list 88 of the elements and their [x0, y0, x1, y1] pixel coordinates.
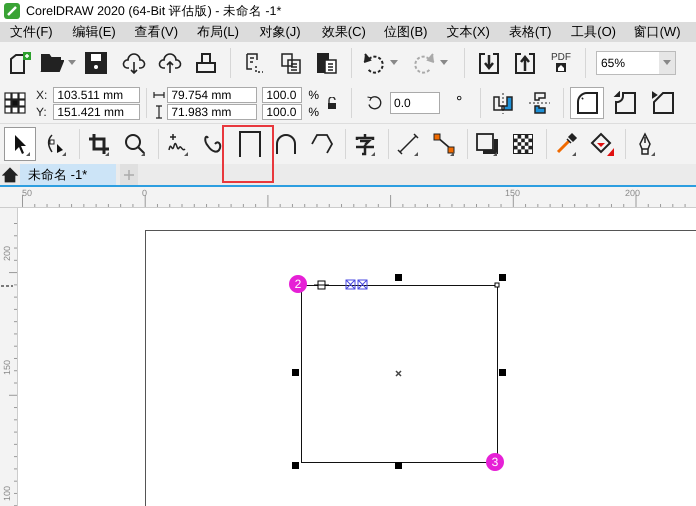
- step-number-badge: 2: [289, 275, 307, 293]
- diagonal-line-icon: [396, 132, 420, 156]
- scale-y-field[interactable]: 100.0: [262, 104, 302, 120]
- printer-icon: [194, 50, 218, 74]
- corner-edit-icon[interactable]: [314, 280, 330, 290]
- zoom-level-dropdown[interactable]: 65%: [596, 50, 676, 74]
- redo-icon: [412, 50, 436, 74]
- up-arrow-box-icon: [513, 50, 537, 74]
- height-field[interactable]: 71.983 mm: [167, 104, 258, 120]
- menu-item[interactable]: 位图(B): [384, 23, 447, 41]
- shadow-square-icon: [475, 132, 499, 156]
- chamfered-corner-icon: [651, 91, 676, 115]
- ruler-label: 200: [625, 188, 640, 198]
- scale-x-field[interactable]: 100.0: [262, 86, 302, 102]
- center-mark-icon: [395, 370, 402, 377]
- menu-item[interactable]: 编辑(E): [72, 23, 135, 41]
- polygon-icon: [310, 132, 334, 156]
- clipboard-icon: [315, 50, 339, 74]
- caret-icon[interactable]: [663, 60, 671, 65]
- arc-icon: [274, 132, 298, 156]
- selection-handle[interactable]: [499, 274, 506, 281]
- window-title: CorelDRAW 2020 (64-Bit 评估版) - 未命名 -1*: [26, 2, 282, 20]
- connector-line-icon: [432, 132, 456, 156]
- ruler-label: 200: [2, 246, 12, 262]
- menu-item[interactable]: 表格(T): [508, 23, 572, 41]
- corner-type-button[interactable]: [570, 87, 604, 119]
- menu-item[interactable]: 文本(X): [446, 23, 509, 41]
- node-handle[interactable]: [494, 282, 500, 288]
- menu-item[interactable]: 文件(F): [10, 23, 72, 41]
- menu-item[interactable]: 窗口(W): [634, 23, 696, 41]
- menu-item[interactable]: 效果(C): [322, 23, 384, 41]
- rectangle-tool-icon: [237, 129, 263, 159]
- paint-bucket-icon: [590, 132, 614, 156]
- ruler-label: 150: [2, 360, 12, 376]
- magnifier-icon: [123, 132, 147, 156]
- mirror-vertical-icon: [527, 91, 552, 115]
- scalloped-corner-icon: [613, 91, 638, 115]
- down-arrow-box-icon: [477, 50, 501, 74]
- new-document-icon: [8, 50, 32, 74]
- y-position-field[interactable]: 151.421 mm: [53, 104, 140, 120]
- menu-item[interactable]: 对象(J): [259, 23, 322, 41]
- corner-radius-icon[interactable]: [346, 280, 368, 290]
- cloud-upload-icon: [158, 50, 182, 74]
- x-label: X:: [36, 86, 48, 102]
- caret-icon[interactable]: [68, 60, 76, 65]
- menu-item[interactable]: 查看(V): [134, 23, 198, 41]
- rotate-icon: [366, 94, 384, 112]
- selection-handle[interactable]: [499, 369, 506, 376]
- undo-icon: [362, 50, 386, 74]
- guide-marker: [1, 285, 13, 287]
- freehand-line-icon: [166, 132, 190, 156]
- step-number-badge: 3: [486, 453, 504, 471]
- percent-label: %: [308, 86, 320, 102]
- cloud-download-icon: [122, 50, 146, 74]
- lock-icon[interactable]: [327, 97, 338, 109]
- mirror-horizontal-icon: [491, 91, 516, 115]
- caret-icon[interactable]: [390, 60, 398, 65]
- text-character-icon: [353, 132, 377, 156]
- selection-handle[interactable]: [395, 462, 402, 469]
- position-grid-icon: [4, 92, 26, 114]
- eyedropper-icon: [554, 132, 578, 156]
- plus-icon: [123, 168, 135, 180]
- selection-handle[interactable]: [292, 369, 299, 376]
- checkerboard-icon: [511, 132, 535, 156]
- y-label: Y:: [36, 104, 48, 120]
- degree-label: °: [456, 94, 462, 112]
- document-tab[interactable]: 未命名 -1*: [20, 164, 116, 185]
- ruler-label: 0: [142, 188, 148, 198]
- width-field[interactable]: 79.754 mm: [167, 86, 258, 102]
- app-logo-icon: [4, 3, 20, 19]
- ruler-label: 150: [505, 188, 520, 198]
- selection-handle[interactable]: [292, 462, 299, 469]
- menu-item[interactable]: 工具(O): [571, 23, 634, 41]
- selection-handle[interactable]: [395, 274, 402, 281]
- percent-label: %: [308, 104, 320, 120]
- x-position-field[interactable]: 103.511 mm: [53, 86, 140, 102]
- home-icon: [2, 166, 18, 182]
- rounded-corner-icon: [575, 91, 600, 115]
- publish-pdf-button[interactable]: PDF: [543, 46, 579, 78]
- rotation-angle-field[interactable]: 0.0: [390, 92, 440, 114]
- ruler-label: 100: [2, 486, 12, 502]
- crop-icon: [87, 132, 111, 156]
- two-documents-icon: [279, 50, 303, 74]
- ruler-label: 50: [22, 188, 32, 198]
- caret-icon[interactable]: [440, 60, 448, 65]
- menu-item[interactable]: 布局(L): [197, 23, 260, 41]
- pdf-house-icon: [556, 63, 566, 72]
- toolbox-tool[interactable]: [4, 127, 36, 161]
